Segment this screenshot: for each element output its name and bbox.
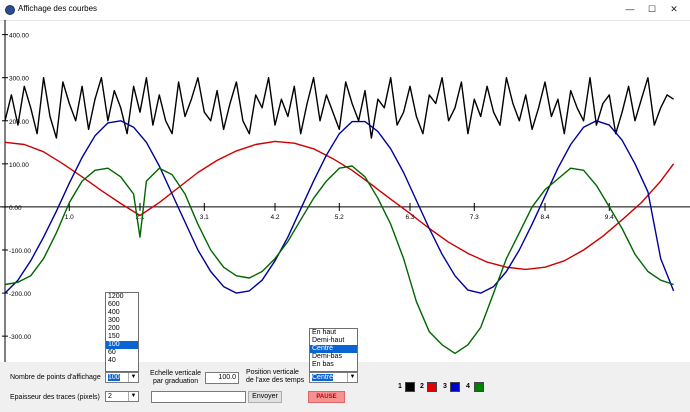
echelle-label-1: Echelle verticale — [150, 370, 201, 377]
position-value: Centré — [312, 374, 334, 381]
legend-num-3: 3 — [443, 383, 447, 390]
position-label-2: de l'axe des temps — [246, 377, 305, 384]
minimize-button[interactable]: — — [618, 2, 642, 17]
series-line-1 — [4, 77, 674, 139]
position-option[interactable]: Demi-haut — [310, 337, 357, 345]
nb-points-label: Nombre de points d'affichage — [10, 374, 101, 381]
window-title: Affichage des courbes — [18, 4, 98, 13]
nb-points-option[interactable]: 60 — [106, 349, 138, 357]
echelle-label-2: par graduation — [153, 378, 199, 385]
legend-color-1[interactable] — [405, 382, 415, 392]
nb-points-option[interactable]: 1200 — [106, 293, 138, 301]
nb-points-option[interactable]: 300 — [106, 317, 138, 325]
title-bar: Affichage des courbes — ☐ ✕ — [0, 0, 690, 21]
app-icon — [5, 5, 15, 15]
nb-points-option[interactable]: 100 — [106, 341, 138, 349]
nb-points-select[interactable]: 100 ▼ — [105, 372, 139, 383]
y-tick-label: 0.00 — [9, 205, 22, 212]
x-tick-label: 1.0 — [65, 214, 74, 221]
legend-color-2[interactable] — [427, 382, 437, 392]
y-tick-label: -200.00 — [9, 291, 31, 298]
nb-points-value: 100 — [108, 374, 120, 381]
nb-points-option[interactable]: 600 — [106, 301, 138, 309]
y-tick-label: 100.00 — [9, 162, 29, 169]
x-tick-label: 4.2 — [270, 214, 279, 221]
x-tick-label: 5.2 — [335, 214, 344, 221]
epaisseur-select[interactable]: 2 ▼ — [105, 391, 139, 402]
x-tick-label: 3.1 — [200, 214, 209, 221]
position-label-1: Position verticale — [246, 369, 299, 376]
epaisseur-value: 2 — [108, 393, 112, 400]
close-button[interactable]: ✕ — [662, 2, 686, 17]
legend-num-4: 4 — [466, 383, 470, 390]
y-tick-label: 300.00 — [9, 76, 29, 83]
curves-chart: 400.00300.00200.00100.000.00-100.00-200.… — [0, 20, 690, 362]
position-option[interactable]: En bas — [310, 361, 357, 369]
legend-num-1: 1 — [398, 383, 402, 390]
position-dropdown[interactable]: En haut Demi-haut Centré Demi-bas En bas — [309, 328, 358, 372]
position-option[interactable]: Demi-bas — [310, 353, 357, 361]
envoyer-button[interactable]: Envoyer — [248, 391, 282, 403]
maximize-button[interactable]: ☐ — [640, 2, 664, 17]
epaisseur-label: Epaisseur des traces (pixels) — [10, 394, 100, 401]
y-tick-label: 400.00 — [9, 33, 29, 40]
x-tick-label: 7.3 — [470, 214, 479, 221]
position-option[interactable]: Centré — [310, 345, 357, 353]
nb-points-option[interactable]: 40 — [106, 357, 138, 365]
x-tick-label: 9.4 — [605, 214, 614, 221]
position-option[interactable]: En haut — [310, 329, 357, 337]
legend-color-4[interactable] — [474, 382, 484, 392]
nb-points-option[interactable]: 200 — [106, 325, 138, 333]
chevron-down-icon[interactable]: ▼ — [128, 373, 138, 382]
x-tick-label: 6.3 — [405, 214, 414, 221]
position-select[interactable]: Centré ▼ — [309, 372, 358, 383]
x-tick-label: 8.4 — [540, 214, 549, 221]
echelle-input[interactable]: 100.0 — [205, 372, 239, 384]
pause-button[interactable]: PAUSE — [308, 391, 345, 403]
nb-points-dropdown[interactable]: 1200 600 400 300 200 150 100 60 40 — [105, 292, 139, 372]
legend-num-2: 2 — [420, 383, 424, 390]
chevron-down-icon[interactable]: ▼ — [347, 373, 357, 382]
message-input[interactable] — [151, 391, 246, 403]
nb-points-option[interactable]: 400 — [106, 309, 138, 317]
nb-points-option[interactable]: 150 — [106, 333, 138, 341]
y-tick-label: -300.00 — [9, 334, 31, 341]
y-tick-label: -100.00 — [9, 248, 31, 255]
chevron-down-icon[interactable]: ▼ — [128, 392, 138, 401]
legend-color-3[interactable] — [450, 382, 460, 392]
